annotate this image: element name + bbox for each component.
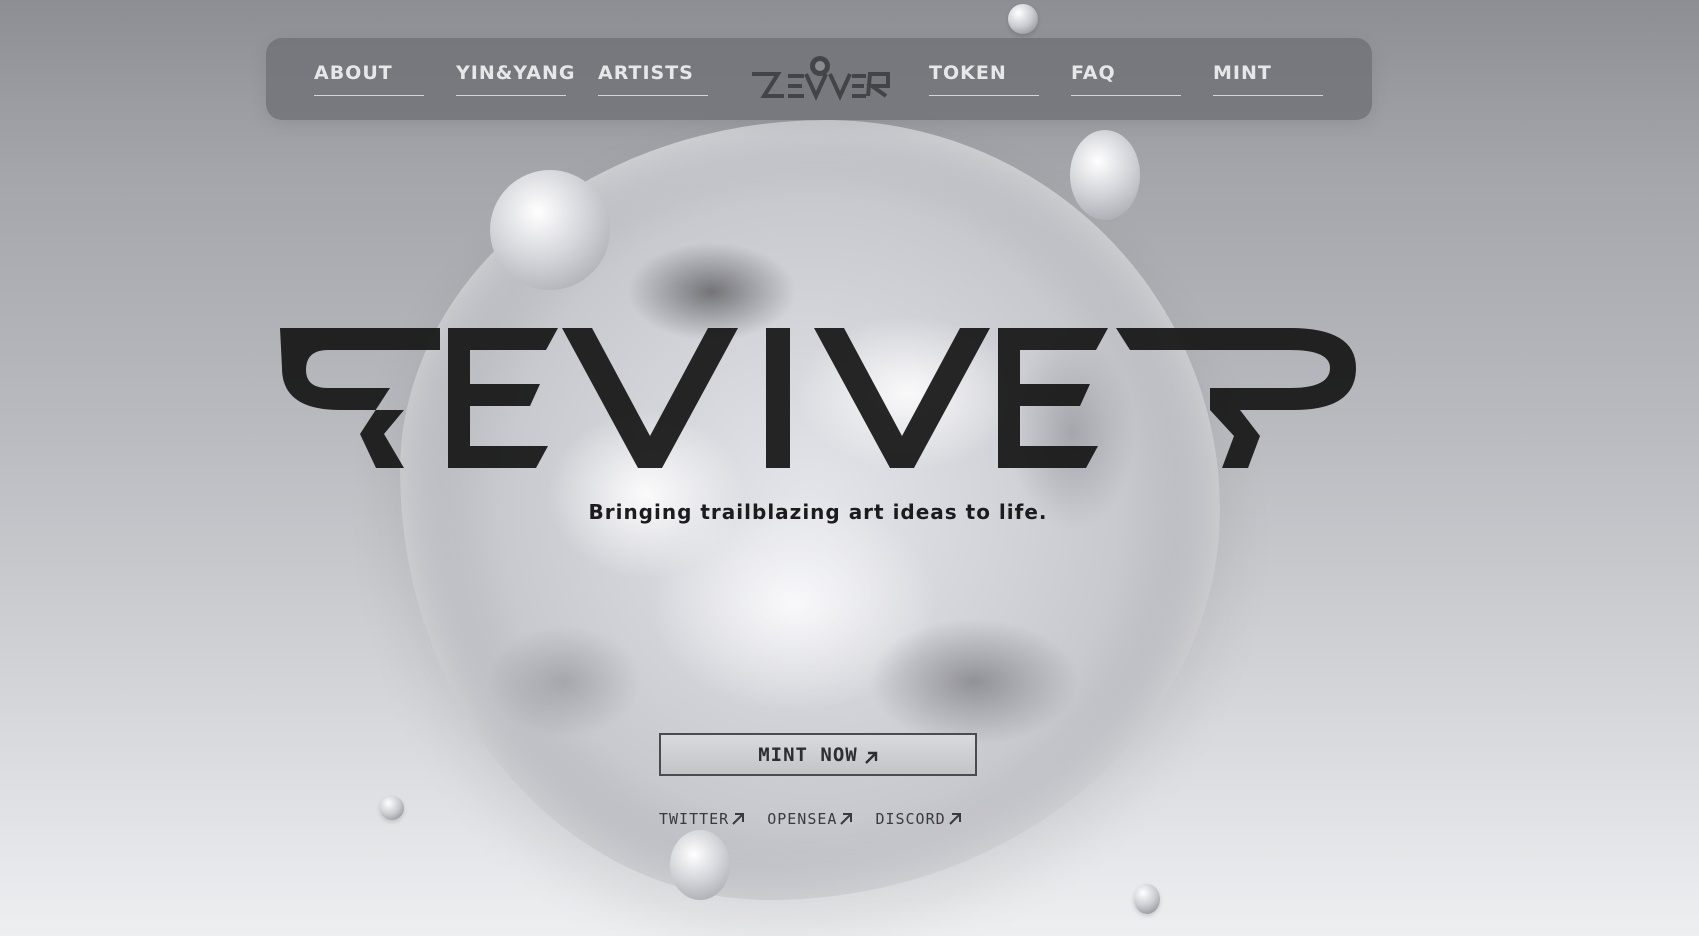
arrow-up-right-icon [839, 812, 853, 826]
arrow-up-right-icon [948, 812, 962, 826]
water-droplet [1008, 4, 1038, 34]
water-droplet [380, 796, 404, 820]
reviver-logo-icon[interactable] [748, 52, 892, 106]
reviver-wordmark [280, 324, 1360, 474]
nav-link-token[interactable]: TOKEN [929, 62, 1039, 96]
nav-link-mint[interactable]: MINT [1213, 62, 1323, 96]
social-link-label: OPENSEA [767, 810, 838, 828]
social-link-discord[interactable]: DISCORD [875, 810, 961, 828]
nav-link-faq[interactable]: FAQ [1071, 62, 1181, 96]
arrow-up-right-icon [864, 748, 878, 764]
social-link-label: DISCORD [875, 810, 946, 828]
blob-lobe-top-left [490, 170, 610, 290]
mint-now-button[interactable]: MINT NOW [659, 733, 977, 776]
nav-link-about[interactable]: ABOUT [314, 62, 424, 96]
nav-link-artists[interactable]: ARTISTS [598, 62, 708, 96]
blob-lobe-top-right [1070, 130, 1140, 220]
mint-now-label: MINT NOW [758, 743, 858, 766]
social-link-opensea[interactable]: OPENSEA [767, 810, 853, 828]
social-link-twitter[interactable]: TWITTER [659, 810, 745, 828]
water-droplet [1134, 884, 1160, 914]
arrow-up-right-icon [731, 812, 745, 826]
social-link-label: TWITTER [659, 810, 730, 828]
blob-lobe-bottom [670, 830, 730, 900]
social-links: TWITTER OPENSEA DISCORD [659, 810, 962, 828]
hero-tagline: Bringing trailblazing art ideas to life. [588, 500, 1048, 524]
nav-link-yin-yang[interactable]: YIN&YANG [456, 62, 574, 96]
top-nav-bar: ABOUT YIN&YANG ARTISTS TOKEN FAQ MINT [266, 38, 1372, 120]
